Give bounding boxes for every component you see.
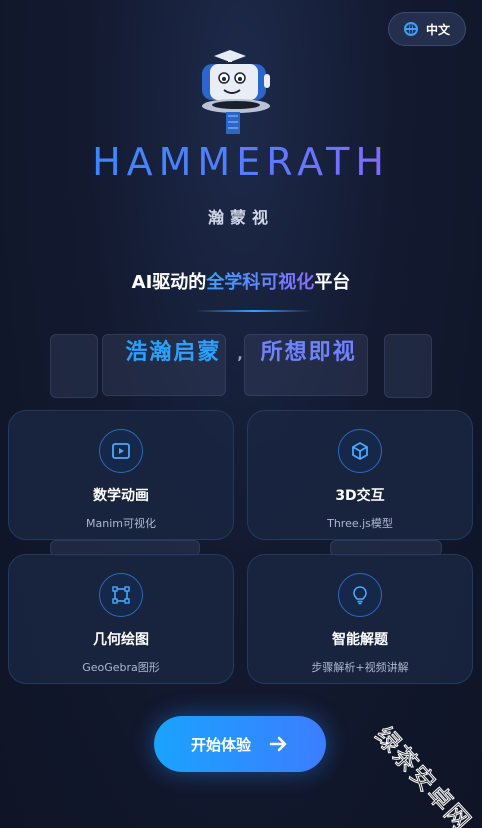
start-button-label: 开始体验 (190, 735, 251, 754)
feature-title: 3D交互 (335, 488, 385, 504)
play-icon (99, 429, 143, 473)
tagline-prefix: AI驱动的 (131, 272, 207, 293)
slogan-separator: , (237, 347, 245, 363)
feature-title: 智能解题 (332, 632, 388, 648)
feature-card-3d-interaction[interactable]: 3D交互 Three.js模型 (247, 410, 473, 540)
slogan-part2: 所想即视 (260, 340, 357, 365)
globe-icon (403, 22, 418, 36)
feature-desc: 步骤解析+视频讲解 (311, 661, 409, 674)
arrow-right-icon (269, 736, 287, 752)
tagline-divider (196, 310, 312, 312)
tagline-highlight: 全学科可视化 (206, 272, 315, 293)
mascot-logo (202, 50, 270, 134)
feature-desc: Manim可视化 (86, 517, 156, 530)
feature-card-smart-solve[interactable]: 智能解题 步骤解析+视频讲解 (247, 554, 473, 684)
brand-title: HAMMERATH (0, 140, 482, 184)
tagline-suffix: 平台 (314, 272, 351, 293)
feature-card-geometry[interactable]: 几何绘图 GeoGebra图形 (8, 554, 234, 684)
slogan-part1: 浩瀚启蒙 (125, 340, 222, 365)
feature-desc: GeoGebra图形 (82, 661, 160, 674)
watermark: 绿茶安卓网 (369, 721, 478, 828)
feature-title: 数学动画 (93, 488, 149, 504)
vector-square-icon (99, 573, 143, 617)
feature-card-math-animation[interactable]: 数学动画 Manim可视化 (8, 410, 234, 540)
language-toggle-button[interactable]: 中文 (388, 12, 466, 46)
cube-icon (338, 429, 382, 473)
slogan: 浩瀚启蒙, 所想即视 (0, 334, 482, 366)
start-experience-button[interactable]: 开始体验 (154, 716, 326, 772)
language-label: 中文 (425, 22, 450, 37)
feature-desc: Three.js模型 (327, 517, 393, 530)
feature-title: 几何绘图 (93, 632, 149, 648)
lightbulb-icon (338, 573, 382, 617)
tagline: AI驱动的全学科可视化平台 (0, 268, 482, 294)
brand-subtitle: 瀚蒙视 (207, 208, 274, 227)
